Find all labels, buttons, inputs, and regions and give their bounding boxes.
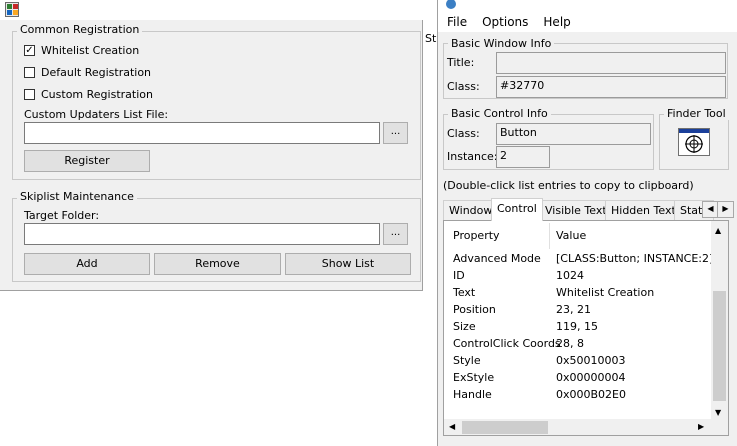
- basic-window-info-title: Basic Window Info: [448, 38, 555, 50]
- property-value: 119, 15: [556, 320, 598, 333]
- register-button[interactable]: Register: [24, 150, 150, 172]
- remove-button[interactable]: Remove: [154, 253, 281, 275]
- property-value: 0x00000004: [556, 371, 626, 384]
- property-column-header[interactable]: Property: [453, 229, 500, 242]
- property-name: ExStyle: [453, 371, 495, 384]
- property-list[interactable]: Property Value Advanced Mode [CLASS:Butto…: [443, 220, 729, 436]
- window-class-label: Class:: [447, 80, 480, 93]
- property-name: ID: [453, 269, 465, 282]
- menu-bar: File Options Help: [438, 12, 737, 32]
- horizontal-scrollbar[interactable]: ◀ ▶: [444, 419, 711, 435]
- property-name: ControlClick Coords: [453, 337, 561, 350]
- property-value: 0x50010003: [556, 354, 626, 367]
- target-browse-button[interactable]: ...: [383, 223, 408, 245]
- property-name: Size: [453, 320, 476, 333]
- checkbox-unchecked-icon: [24, 88, 35, 100]
- tab-control[interactable]: Control: [491, 198, 543, 221]
- autoit-window-info: File Options Help Basic Window Info Titl…: [437, 0, 737, 446]
- show-list-button[interactable]: Show List: [285, 253, 411, 275]
- finder-tool-title: Finder Tool: [664, 108, 729, 120]
- updaters-browse-button[interactable]: ...: [383, 122, 408, 144]
- window-title-field[interactable]: [496, 52, 726, 74]
- scroll-right-icon[interactable]: ▶: [698, 422, 704, 431]
- horizontal-scroll-thumb[interactable]: [462, 421, 548, 434]
- tab-scroll-right-icon[interactable]: ▶: [717, 201, 734, 218]
- app-titlebar[interactable]: [0, 0, 423, 20]
- registration-window: Common Registration ✓ Whitelist Creation…: [0, 0, 423, 291]
- control-instance-label: Instance:: [447, 150, 498, 163]
- property-value: 1024: [556, 269, 584, 282]
- property-value: Whitelist Creation: [556, 286, 655, 299]
- add-button[interactable]: Add: [24, 253, 150, 275]
- vertical-scrollbar[interactable]: ▲ ▼: [711, 221, 728, 420]
- custom-updaters-label: Custom Updaters List File:: [24, 108, 169, 121]
- target-folder-input[interactable]: [24, 223, 380, 245]
- default-registration-checkbox[interactable]: Default Registration: [24, 65, 151, 79]
- scroll-down-icon[interactable]: ▼: [715, 408, 721, 417]
- scrollbar-corner: [711, 419, 728, 435]
- whitelist-creation-checkbox[interactable]: ✓ Whitelist Creation: [24, 43, 139, 57]
- control-class-label: Class:: [447, 127, 480, 140]
- app-icon: [5, 2, 19, 17]
- property-name: Advanced Mode: [453, 252, 541, 265]
- property-value: 23, 21: [556, 303, 591, 316]
- property-name: Position: [453, 303, 496, 316]
- basic-control-info-title: Basic Control Info: [448, 108, 551, 120]
- tab-hidden-text[interactable]: Hidden Text: [605, 200, 682, 220]
- property-value: 28, 8: [556, 337, 584, 350]
- checkbox-unchecked-icon: [24, 66, 35, 78]
- info-titlebar[interactable]: [438, 0, 737, 12]
- window-class-field[interactable]: #32770: [496, 76, 726, 98]
- scroll-up-icon[interactable]: ▲: [715, 226, 721, 235]
- checkbox-checked-icon: ✓: [24, 44, 35, 56]
- autoit-app-icon: [446, 0, 456, 9]
- common-registration-title: Common Registration: [17, 24, 143, 36]
- tab-visible-text[interactable]: Visible Text: [539, 200, 613, 220]
- menu-options[interactable]: Options: [482, 15, 528, 29]
- custom-updaters-file-input[interactable]: [24, 122, 380, 144]
- control-class-field[interactable]: Button: [496, 123, 651, 145]
- property-name: Style: [453, 354, 481, 367]
- property-name: Text: [453, 286, 476, 299]
- custom-registration-label: Custom Registration: [41, 87, 153, 101]
- property-name: Handle: [453, 388, 492, 401]
- property-value: 0x000B02E0: [556, 388, 626, 401]
- window-title-label: Title:: [447, 56, 475, 69]
- whitelist-creation-label: Whitelist Creation: [41, 43, 140, 57]
- control-instance-field[interactable]: 2: [496, 146, 550, 168]
- default-registration-label: Default Registration: [41, 65, 152, 79]
- scroll-left-icon[interactable]: ◀: [449, 422, 455, 431]
- value-column-header[interactable]: Value: [556, 229, 586, 242]
- menu-file[interactable]: File: [447, 15, 467, 29]
- menu-help[interactable]: Help: [543, 15, 570, 29]
- custom-registration-checkbox[interactable]: Custom Registration: [24, 87, 153, 101]
- target-folder-label: Target Folder:: [24, 209, 100, 222]
- clipboard-hint: (Double-click list entries to copy to cl…: [443, 179, 694, 192]
- property-value: [CLASS:Button; INSTANCE:2]: [556, 252, 714, 265]
- column-divider: [549, 223, 550, 249]
- skiplist-maintenance-title: Skiplist Maintenance: [17, 191, 137, 203]
- finder-tool-target-icon[interactable]: [678, 128, 710, 156]
- vertical-scroll-thumb[interactable]: [713, 291, 726, 401]
- partial-status-label: St: [425, 32, 437, 45]
